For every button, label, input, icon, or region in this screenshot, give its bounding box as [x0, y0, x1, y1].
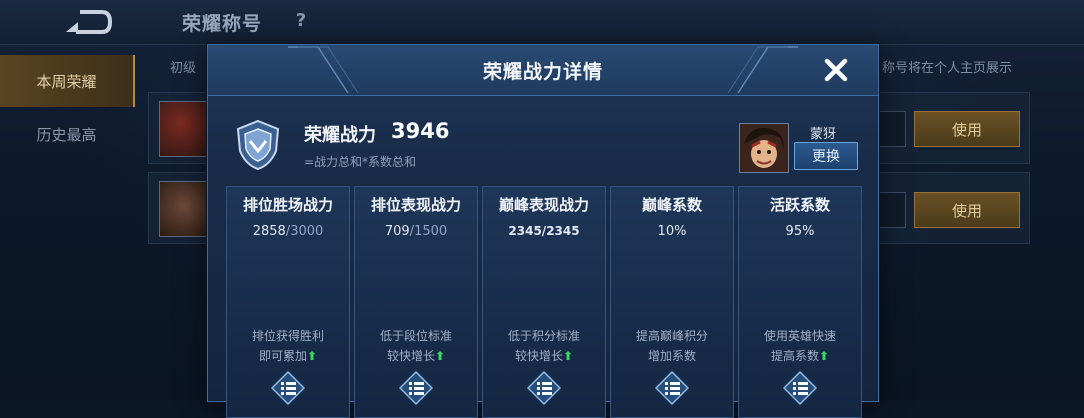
- use-button[interactable]: 使用: [914, 192, 1020, 228]
- level-prefix-label: 初级: [170, 61, 197, 76]
- stat-hint-text: 较快增长: [514, 349, 563, 363]
- up-arrow-icon: ⬆: [306, 349, 318, 363]
- stat-hint-text: 提高系数: [770, 349, 819, 363]
- sidebar-tab-label: 本周荣耀: [36, 72, 97, 91]
- power-detail-modal: 荣耀战力详情 荣耀战力 3946 =战力总和*系数总和 蒙犽 更换 排位胜场战力…: [207, 44, 879, 418]
- shield-badge-icon: [236, 119, 280, 171]
- page-title: 荣耀称号: [182, 13, 263, 35]
- stat-card-title: 活跃系数: [769, 196, 830, 214]
- stat-hint-line2: 即可累加⬆: [227, 347, 349, 364]
- stat-hint-line1: 低于段位标准: [379, 329, 452, 343]
- stat-hint-line1: 排位获得胜利: [251, 329, 324, 343]
- stat-current: 2858: [252, 224, 286, 239]
- sidebar-tab-history-best[interactable]: 历史最高: [0, 108, 133, 160]
- hero-name: 蒙犽: [810, 127, 837, 142]
- stat-card-value: 2858/3000: [227, 224, 349, 239]
- stat-card-title: 巅峰系数: [641, 196, 702, 214]
- power-value: 3946: [391, 119, 450, 143]
- power-label: 荣耀战力: [304, 125, 376, 146]
- stat-card-peak-performance: 巅峰表现战力 2345/2345 低于积分标准 较快增长⬆: [482, 186, 606, 418]
- stat-hint-line2: 较快增长⬆: [355, 347, 477, 364]
- stat-card-peak-coefficient: 巅峰系数 10% 提高巅峰积分 增加系数: [610, 186, 734, 418]
- stat-card-activity-coefficient: 活跃系数 95% 使用英雄快速 提高系数⬆: [738, 186, 862, 418]
- help-icon[interactable]: ?: [290, 10, 312, 32]
- stat-hint-line2: 较快增长⬆: [483, 347, 605, 364]
- stat-max: 3000: [290, 224, 324, 239]
- close-icon[interactable]: [820, 54, 852, 86]
- stat-hint-text: 即可累加: [258, 349, 307, 363]
- stat-hint-line1: 提高巅峰积分: [635, 329, 708, 343]
- stat-hint-line2: 提高系数⬆: [739, 347, 861, 364]
- up-arrow-icon: ⬆: [818, 349, 830, 363]
- hidden-button: [878, 111, 906, 147]
- use-button[interactable]: 使用: [914, 111, 1020, 147]
- stat-hint-line2: 增加系数: [647, 349, 696, 363]
- modal-header: 荣耀战力详情: [208, 45, 878, 96]
- hero-portrait-image: [740, 124, 788, 172]
- swap-hero-button[interactable]: 更换: [794, 142, 858, 170]
- up-arrow-icon: ⬆: [562, 349, 574, 363]
- stat-card-title: 排位表现战力: [370, 196, 461, 214]
- stat-current: 709: [384, 224, 410, 239]
- title-tip-text: 称号将在个人主页展示: [882, 61, 1013, 76]
- stat-hint-line1: 低于积分标准: [507, 329, 580, 343]
- stat-card-rank-performance: 排位表现战力 709/1500 低于段位标准 较快增长⬆: [354, 186, 478, 418]
- stat-card-title: 巅峰表现战力: [498, 196, 589, 214]
- power-formula: =战力总和*系数总和: [304, 155, 417, 169]
- stat-card-title: 排位胜场战力: [242, 196, 333, 214]
- up-arrow-icon: ⬆: [434, 349, 446, 363]
- stat-card-value: 10%: [657, 224, 687, 239]
- hidden-button: [878, 192, 906, 228]
- stat-hint-line1: 使用英雄快速: [763, 329, 836, 343]
- sidebar-tab-label: 历史最高: [36, 125, 97, 144]
- hero-portrait: [739, 123, 789, 173]
- top-bar: 荣耀称号 ?: [0, 0, 1084, 45]
- stat-card-value: 95%: [785, 224, 815, 239]
- back-arrow-icon[interactable]: [58, 8, 114, 36]
- modal-title: 荣耀战力详情: [482, 61, 603, 83]
- sidebar-tab-this-week[interactable]: 本周荣耀: [0, 55, 135, 107]
- stat-hint-text: 较快增长: [386, 349, 435, 363]
- stat-card-value: 709/1500: [355, 224, 477, 239]
- stat-max: 1500: [414, 224, 448, 239]
- use-button-label: 使用: [951, 201, 982, 220]
- stat-card-value: 2345/2345: [508, 224, 580, 238]
- swap-button-label: 更换: [812, 149, 840, 165]
- stat-card-rank-wins: 排位胜场战力 2858/3000 排位获得胜利 即可累加⬆: [226, 186, 350, 418]
- use-button-label: 使用: [951, 120, 982, 139]
